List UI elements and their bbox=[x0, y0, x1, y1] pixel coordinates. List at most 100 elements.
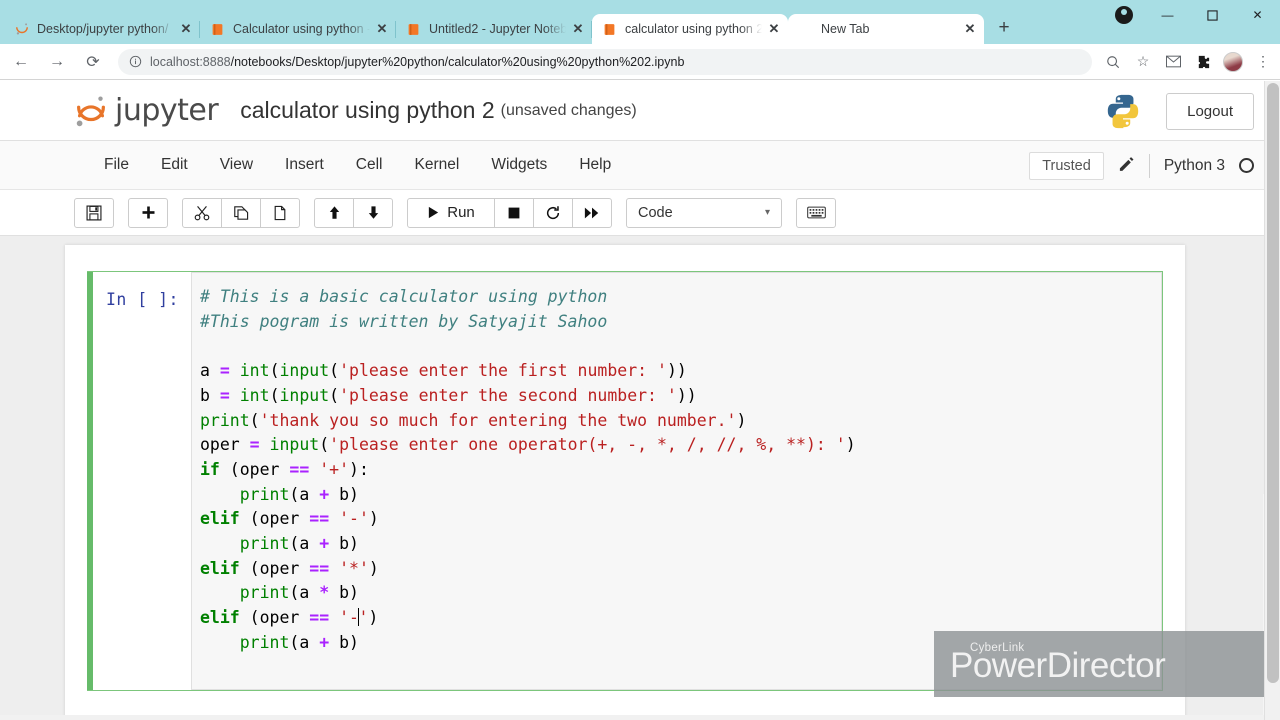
divider bbox=[1148, 153, 1150, 178]
info-circle-icon[interactable] bbox=[128, 54, 143, 69]
kebab-menu-icon[interactable]: ⋮ bbox=[1250, 49, 1276, 75]
code-token: )) bbox=[676, 385, 697, 405]
profile-avatar-icon[interactable] bbox=[1220, 49, 1246, 75]
menu-cell[interactable]: Cell bbox=[340, 150, 399, 180]
browser-tab[interactable]: Calculator using python - Jupyte ✕ bbox=[200, 14, 396, 44]
code-token: (oper bbox=[239, 558, 310, 578]
pencil-icon[interactable] bbox=[1118, 155, 1135, 176]
code-token: int bbox=[239, 361, 270, 381]
code-token: 'please enter the first number: ' bbox=[339, 361, 667, 381]
code-token: b) bbox=[329, 583, 359, 603]
browser-window: Desktop/jupyter python/ ✕ Calculator usi… bbox=[0, 0, 1280, 720]
minimize-button[interactable]: — bbox=[1145, 0, 1190, 30]
puzzle-extension-icon[interactable] bbox=[1190, 49, 1216, 75]
toolbar-group-shortcuts bbox=[796, 197, 836, 228]
browser-tab[interactable]: Desktop/jupyter python/ ✕ bbox=[4, 14, 200, 44]
move-cell-up-button[interactable] bbox=[314, 197, 354, 228]
jupyter-logo-icon bbox=[72, 92, 110, 130]
menu-view[interactable]: View bbox=[204, 150, 269, 180]
code-token: elif bbox=[200, 558, 240, 578]
save-button[interactable] bbox=[74, 197, 114, 228]
code-token: print bbox=[239, 484, 290, 504]
new-tab-button[interactable]: + bbox=[990, 14, 1018, 42]
menubar-right-controls: Trusted Python 3 bbox=[1029, 141, 1254, 190]
maximize-button[interactable] bbox=[1190, 0, 1235, 30]
profile-badge-icon[interactable] bbox=[1115, 6, 1133, 24]
menu-edit[interactable]: Edit bbox=[145, 150, 204, 180]
code-token: ( bbox=[329, 361, 340, 381]
close-window-button[interactable]: ✕ bbox=[1235, 0, 1280, 30]
code-token: ( bbox=[319, 435, 330, 455]
notebook-icon bbox=[210, 22, 225, 37]
back-icon[interactable]: ← bbox=[6, 47, 36, 77]
code-token: print bbox=[239, 534, 290, 554]
code-token: (a bbox=[289, 583, 320, 603]
jupyter-header: jupyter calculator using python 2 (unsav… bbox=[0, 81, 1280, 141]
interrupt-kernel-button[interactable] bbox=[494, 197, 534, 228]
cut-cell-button[interactable] bbox=[182, 197, 222, 228]
browser-tab[interactable]: Untitled2 - Jupyter Notebook ✕ bbox=[396, 14, 592, 44]
keyboard-icon[interactable] bbox=[796, 197, 836, 228]
restart-run-all-button[interactable] bbox=[572, 197, 612, 228]
code-token: # This is a basic calculator using pytho… bbox=[200, 287, 608, 306]
run-button[interactable]: Run bbox=[407, 197, 495, 228]
code-token: ) bbox=[845, 435, 856, 455]
close-icon[interactable]: ✕ bbox=[962, 21, 978, 37]
code-token: * bbox=[319, 583, 330, 603]
code-token: int bbox=[239, 385, 270, 405]
toolbar-group-move bbox=[314, 197, 393, 228]
menu-kernel[interactable]: Kernel bbox=[399, 150, 476, 180]
reload-icon[interactable]: ⟳ bbox=[78, 47, 108, 77]
browser-tab[interactable]: New Tab ✕ bbox=[788, 14, 984, 44]
code-token: (oper bbox=[239, 509, 310, 529]
forward-icon[interactable]: → bbox=[42, 47, 72, 77]
close-icon[interactable]: ✕ bbox=[374, 21, 390, 37]
tab-title: Desktop/jupyter python/ bbox=[37, 21, 169, 36]
star-icon[interactable]: ☆ bbox=[1130, 49, 1156, 75]
menu-help[interactable]: Help bbox=[563, 150, 627, 180]
move-cell-down-button[interactable] bbox=[353, 197, 393, 228]
cell-type-select[interactable]: Code ▾ bbox=[626, 197, 782, 228]
code-line: oper = input('please enter one operator(… bbox=[200, 433, 1147, 458]
insert-cell-button[interactable] bbox=[128, 197, 168, 228]
paste-cell-button[interactable] bbox=[260, 197, 300, 228]
address-bar-text: localhost:8888/notebooks/Desktop/jupyter… bbox=[150, 55, 684, 69]
browser-scrollbar[interactable]: ▲ bbox=[1264, 81, 1280, 720]
tab-title: calculator using python 2 - Jupyt bbox=[625, 21, 762, 36]
close-icon[interactable]: ✕ bbox=[178, 21, 194, 37]
code-cell[interactable]: In [ ]: # This is a basic calculator usi… bbox=[87, 271, 1163, 691]
close-icon[interactable]: ✕ bbox=[570, 21, 586, 37]
code-line: print(a + b) bbox=[200, 532, 1147, 557]
close-icon[interactable]: ✕ bbox=[766, 21, 782, 37]
jupyter-logo[interactable]: jupyter bbox=[72, 92, 219, 130]
code-token: (a bbox=[289, 484, 320, 504]
browser-tab-active[interactable]: calculator using python 2 - Jupyt ✕ bbox=[592, 14, 788, 44]
notebook-name[interactable]: calculator using python 2 bbox=[240, 97, 494, 124]
code-editor[interactable]: # This is a basic calculator using pytho… bbox=[191, 272, 1162, 690]
toolbar-group-insert bbox=[128, 197, 168, 228]
menu-insert[interactable]: Insert bbox=[269, 150, 340, 180]
url-host: localhost:8888 bbox=[150, 54, 231, 69]
code-token: (a bbox=[289, 632, 320, 652]
gmail-extension-icon[interactable] bbox=[1160, 49, 1186, 75]
menu-widgets[interactable]: Widgets bbox=[475, 150, 563, 180]
code-token: (a bbox=[289, 534, 320, 554]
menu-file[interactable]: File bbox=[88, 150, 145, 180]
address-bar[interactable]: localhost:8888/notebooks/Desktop/jupyter… bbox=[118, 48, 1092, 75]
code-token: = bbox=[219, 361, 230, 381]
copy-cell-button[interactable] bbox=[221, 197, 261, 228]
restart-kernel-button[interactable] bbox=[533, 197, 573, 228]
code-token: b) bbox=[329, 632, 359, 652]
logout-button[interactable]: Logout bbox=[1166, 92, 1254, 130]
zoom-icon[interactable] bbox=[1100, 49, 1126, 75]
code-token: #This pogram is written by Satyajit Saho… bbox=[200, 311, 608, 331]
browser-tabstrip: Desktop/jupyter python/ ✕ Calculator usi… bbox=[0, 0, 1280, 44]
run-button-label: Run bbox=[447, 204, 475, 221]
page-bottom-bar bbox=[0, 715, 1280, 720]
kernel-name-label[interactable]: Python 3 bbox=[1164, 157, 1225, 175]
browser-scrollbar-thumb[interactable] bbox=[1267, 83, 1279, 683]
code-token: ' bbox=[358, 608, 369, 628]
